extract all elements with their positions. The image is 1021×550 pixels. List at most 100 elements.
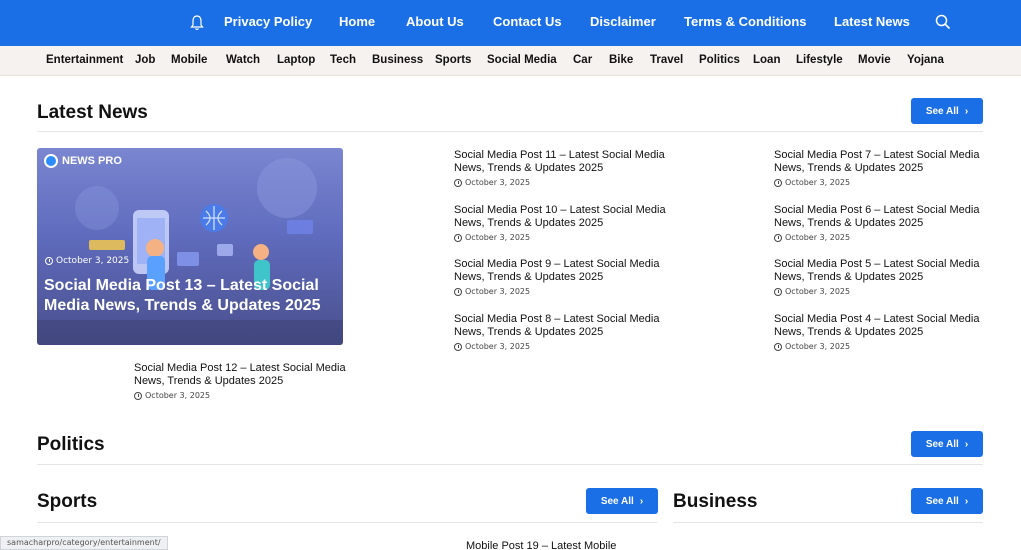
top-nav: Privacy Policy Home About Us Contact Us … [0,0,1021,46]
post-date: October 3, 2025 [454,287,669,296]
post-date-text: October 3, 2025 [145,391,211,400]
category-laptop[interactable]: Laptop [277,54,315,66]
list-item[interactable]: Social Media Post 4 – Latest Social Medi… [774,313,989,351]
post-date-text: October 3, 2025 [785,178,851,187]
category-politics[interactable]: Politics [699,54,740,66]
list-item[interactable]: Social Media Post 6 – Latest Social Medi… [774,204,989,242]
post-date-text: October 3, 2025 [465,178,531,187]
post-date: October 3, 2025 [45,256,129,266]
divider [37,131,983,132]
latest-see-all-button[interactable]: See All › [911,98,983,124]
news-pro-brand: NEWS PRO [44,154,122,168]
post-title[interactable]: Social Media Post 6 – Latest Social Medi… [774,204,989,230]
post-date-text: October 3, 2025 [465,233,531,242]
post-title[interactable]: Social Media Post 11 – Latest Social Med… [454,149,669,175]
divider [37,464,983,465]
post-date: October 3, 2025 [134,391,349,400]
clock-icon [774,233,782,242]
sports-title: Sports [37,491,98,512]
list-item[interactable]: Social Media Post 5 – Latest Social Medi… [774,258,989,296]
post-date: October 3, 2025 [774,233,989,242]
post-title[interactable]: Social Media Post 5 – Latest Social Medi… [774,258,989,284]
brand-label: NEWS PRO [62,155,122,167]
list-item[interactable]: Social Media Post 12 – Latest Social Med… [134,362,349,400]
post-date: October 3, 2025 [454,233,669,242]
post-date-text: October 3, 2025 [785,287,851,296]
list-item[interactable]: Social Media Post 10 – Latest Social Med… [454,204,669,242]
post-title[interactable]: Social Media Post 4 – Latest Social Medi… [774,313,989,339]
nav-latest-news[interactable]: Latest News [834,14,910,29]
post-date: October 3, 2025 [454,342,669,351]
chevron-right-icon: › [639,495,644,507]
post-date: October 3, 2025 [454,178,669,187]
list-item[interactable]: Social Media Post 7 – Latest Social Medi… [774,149,989,187]
post-title[interactable]: Mobile Post 19 – Latest Mobile [466,540,616,550]
see-all-label: See All [925,105,959,117]
bell-icon[interactable] [190,15,204,31]
clock-icon [454,178,462,187]
category-sports[interactable]: Sports [435,54,471,66]
list-item[interactable]: Social Media Post 11 – Latest Social Med… [454,149,669,187]
clock-icon [454,287,462,296]
business-title: Business [673,491,758,512]
category-lifestyle[interactable]: Lifestyle [796,54,843,66]
post-title[interactable]: Social Media Post 12 – Latest Social Med… [134,362,349,388]
latest-news-title: Latest News [37,102,148,123]
post-date-text: October 3, 2025 [465,342,531,351]
category-watch[interactable]: Watch [226,54,260,66]
nav-home[interactable]: Home [339,14,375,29]
nav-contact-us[interactable]: Contact Us [493,14,562,29]
post-title[interactable]: Social Media Post 9 – Latest Social Medi… [454,258,669,284]
chevron-right-icon: › [964,105,969,117]
chevron-right-icon: › [964,438,969,450]
divider [673,522,983,523]
category-movie[interactable]: Movie [858,54,891,66]
post-title[interactable]: Social Media Post 10 – Latest Social Med… [454,204,669,230]
category-yojana[interactable]: Yojana [907,54,944,66]
news-pro-logo-icon [44,154,58,168]
post-date-text: October 3, 2025 [785,342,851,351]
clock-icon [45,257,53,265]
clock-icon [134,391,142,400]
politics-see-all-button[interactable]: See All › [911,431,983,457]
nav-disclaimer[interactable]: Disclaimer [590,14,656,29]
category-tech[interactable]: Tech [330,54,356,66]
list-item[interactable]: Social Media Post 9 – Latest Social Medi… [454,258,669,296]
post-date-text: October 3, 2025 [785,233,851,242]
post-title[interactable]: Social Media Post 7 – Latest Social Medi… [774,149,989,175]
post-date-text: October 3, 2025 [56,256,130,266]
see-all-label: See All [925,495,959,507]
category-social-media[interactable]: Social Media [487,54,557,66]
clock-icon [454,342,462,351]
nav-terms-conditions[interactable]: Terms & Conditions [684,14,807,29]
sports-see-all-button[interactable]: See All › [586,488,658,514]
category-bar: Entertainment Job Mobile Watch Laptop Te… [0,46,1021,76]
clock-icon [774,342,782,351]
nav-privacy-policy[interactable]: Privacy Policy [224,14,312,29]
see-all-label: See All [600,495,634,507]
clock-icon [774,178,782,187]
post-date: October 3, 2025 [774,287,989,296]
post-date: October 3, 2025 [774,342,989,351]
divider [37,522,657,523]
list-item[interactable]: Social Media Post 8 – Latest Social Medi… [454,313,669,351]
post-date-text: October 3, 2025 [465,287,531,296]
search-icon[interactable] [935,14,951,30]
post-date: October 3, 2025 [774,178,989,187]
category-business[interactable]: Business [372,54,423,66]
post-title[interactable]: Social Media Post 8 – Latest Social Medi… [454,313,669,339]
featured-post-title[interactable]: Social Media Post 13 – Latest Social Med… [44,276,340,316]
category-entertainment[interactable]: Entertainment [46,54,123,66]
category-bike[interactable]: Bike [609,54,633,66]
category-car[interactable]: Car [573,54,592,66]
business-see-all-button[interactable]: See All › [911,488,983,514]
category-travel[interactable]: Travel [650,54,683,66]
nav-about-us[interactable]: About Us [406,14,464,29]
category-loan[interactable]: Loan [753,54,780,66]
status-bar-url: samacharpro/category/entertainment/ [0,536,168,550]
featured-post-card[interactable]: NEWS PRO October 3, 2025 Social Media Po… [37,148,343,345]
category-mobile[interactable]: Mobile [171,54,207,66]
clock-icon [774,287,782,296]
clock-icon [454,233,462,242]
category-job[interactable]: Job [135,54,155,66]
